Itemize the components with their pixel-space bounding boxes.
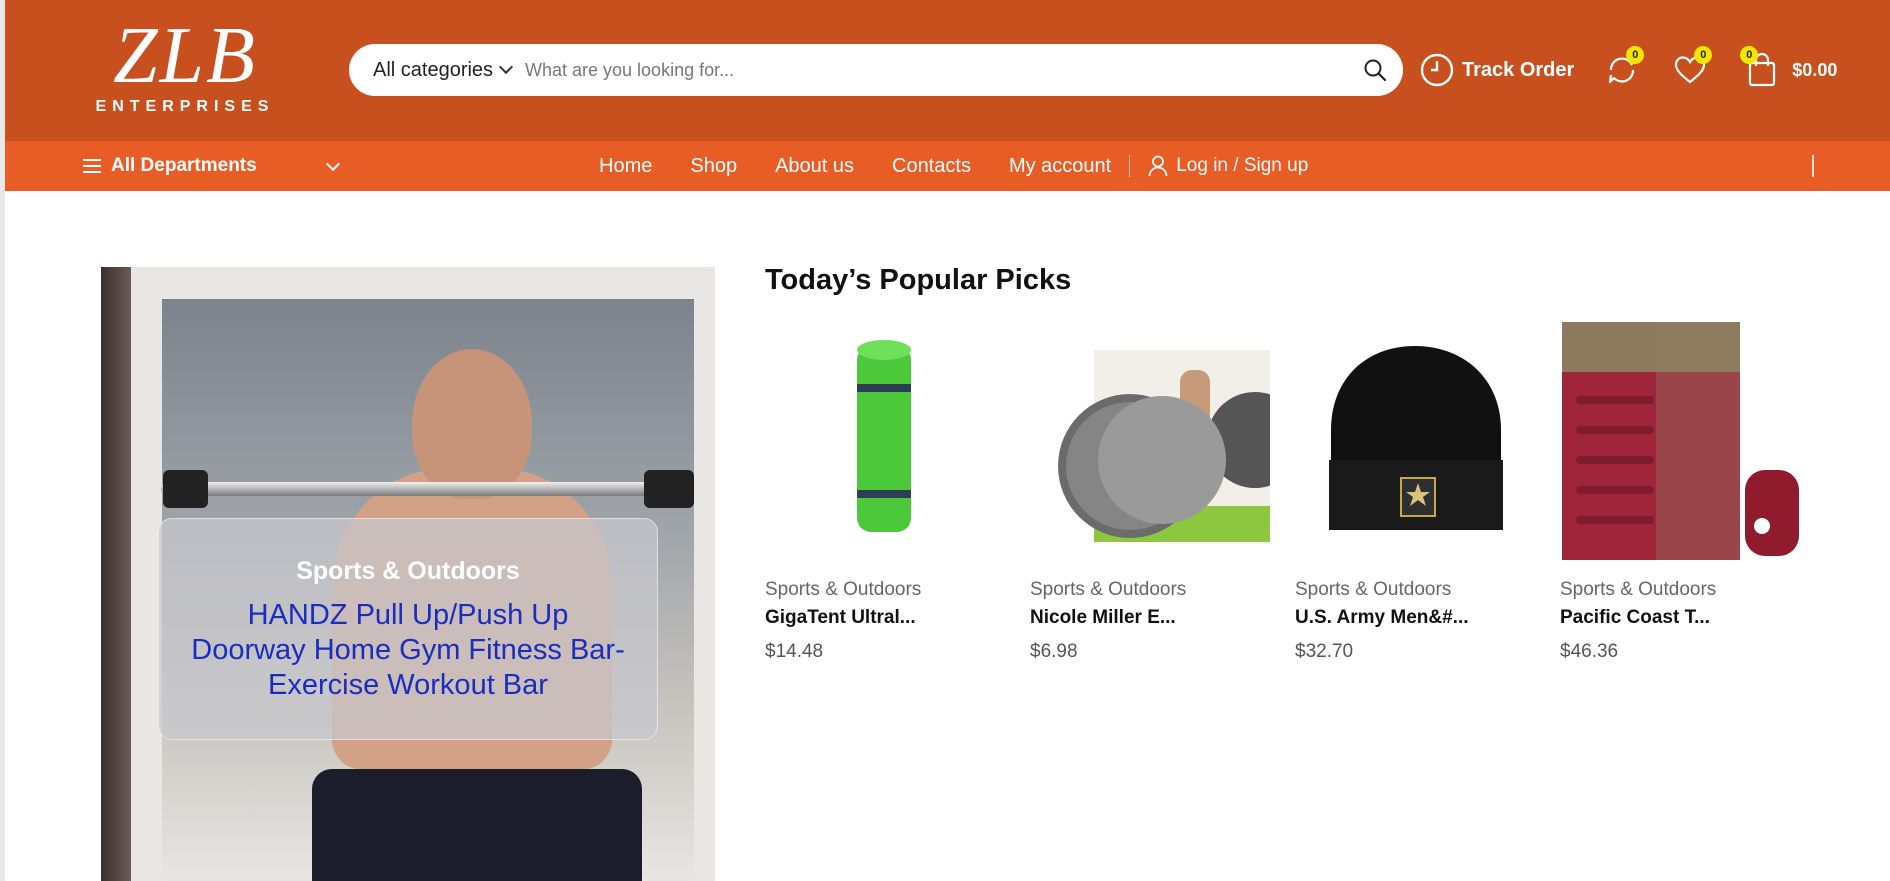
nav-link-about-us[interactable]: About us xyxy=(775,155,854,178)
wishlist-button[interactable]: 0 xyxy=(1670,46,1713,90)
cart-button[interactable]: 0 xyxy=(1740,46,1782,90)
product-card[interactable]: Sports & Outdoors GigaTent Ultral... $14… xyxy=(765,320,1015,663)
product-name[interactable]: U.S. Army Men&#... xyxy=(1295,607,1545,629)
nav-link-contacts[interactable]: Contacts xyxy=(892,155,971,178)
all-departments-menu[interactable]: All Departments xyxy=(83,141,341,191)
logo-mark: ZLB xyxy=(113,12,257,100)
product-category: Sports & Outdoors xyxy=(765,579,922,600)
nav-link-my-account[interactable]: My account xyxy=(1009,155,1111,178)
hero-category: Sports & Outdoors xyxy=(296,557,520,585)
hamburger-icon xyxy=(83,159,101,173)
compare-button[interactable]: 0 xyxy=(1602,46,1645,90)
track-order-button[interactable]: Track Order xyxy=(1420,53,1574,87)
product-card[interactable]: Sports & Outdoors Nicole Miller E... $6.… xyxy=(1030,320,1303,663)
product-name[interactable]: GigaTent Ultral... xyxy=(765,607,1015,629)
nav-links: Home Shop About us Contacts My account L… xyxy=(599,141,1308,191)
product-card[interactable]: Sports & Outdoors Pacific Coast T... $46… xyxy=(1560,320,1810,663)
nav-divider xyxy=(1129,155,1131,177)
logo-subtitle: ENTERPRISES xyxy=(95,98,275,115)
category-select[interactable]: All categories xyxy=(349,59,525,82)
product-name[interactable]: Pacific Coast T... xyxy=(1560,607,1810,629)
chevron-down-icon xyxy=(325,156,341,172)
chevron-down-icon xyxy=(498,59,514,75)
hero-figure-head xyxy=(412,349,532,499)
hero-door-edge xyxy=(101,267,131,881)
product-category: Sports & Outdoors xyxy=(1560,579,1717,600)
user-icon xyxy=(1148,155,1168,177)
cart-total[interactable]: $0.00 xyxy=(1792,60,1837,81)
product-category: Sports & Outdoors xyxy=(1295,579,1452,600)
product-name[interactable]: Nicole Miller E... xyxy=(1030,607,1280,629)
clock-icon xyxy=(1420,53,1454,87)
main-nav: All Departments Home Shop About us Conta… xyxy=(5,141,1890,191)
nav-link-home[interactable]: Home xyxy=(599,155,652,178)
compare-count-badge: 0 xyxy=(1626,46,1645,64)
hero-caption-card: Sports & Outdoors HANDZ Pull Up/Push Up … xyxy=(158,518,658,740)
product-card[interactable]: Sports & Outdoors U.S. Army Men&#... $32… xyxy=(1295,320,1545,663)
product-price: $46.36 xyxy=(1560,641,1619,662)
product-price: $32.70 xyxy=(1295,641,1354,662)
hero-banner[interactable]: Sports & Outdoors HANDZ Pull Up/Push Up … xyxy=(101,267,715,881)
site-logo[interactable]: ZLB ENTERPRISES xyxy=(95,16,275,126)
search-bar: All categories xyxy=(349,44,1403,96)
nav-link-shop[interactable]: Shop xyxy=(690,155,737,178)
pull-up-bar-end-left xyxy=(163,470,208,508)
product-image xyxy=(1295,320,1535,565)
pull-up-bar-graphic xyxy=(161,482,651,496)
login-signup-link[interactable]: Log in / Sign up xyxy=(1148,155,1308,177)
product-category: Sports & Outdoors xyxy=(1030,579,1187,600)
hero-figure-shorts xyxy=(312,769,642,881)
login-signup-label: Log in / Sign up xyxy=(1176,155,1309,176)
pull-up-bar-end-right xyxy=(644,470,694,508)
search-input[interactable] xyxy=(525,59,1347,81)
nav-divider-right xyxy=(1812,155,1814,177)
product-image xyxy=(765,320,1005,565)
popular-picks-title: Today’s Popular Picks xyxy=(765,264,1072,296)
wishlist-count-badge: 0 xyxy=(1694,46,1713,64)
track-order-label: Track Order xyxy=(1462,58,1575,81)
hero-product-title[interactable]: HANDZ Pull Up/Push Up Doorway Home Gym F… xyxy=(159,598,657,703)
product-price: $14.48 xyxy=(765,641,824,662)
search-icon[interactable] xyxy=(1347,44,1403,96)
header-actions: Track Order 0 0 0 $0.00 xyxy=(1420,44,1837,96)
product-image xyxy=(1030,320,1303,565)
category-select-label: All categories xyxy=(373,58,494,81)
product-image xyxy=(1560,320,1800,565)
all-departments-label: All Departments xyxy=(111,155,257,176)
product-price: $6.98 xyxy=(1030,641,1078,662)
